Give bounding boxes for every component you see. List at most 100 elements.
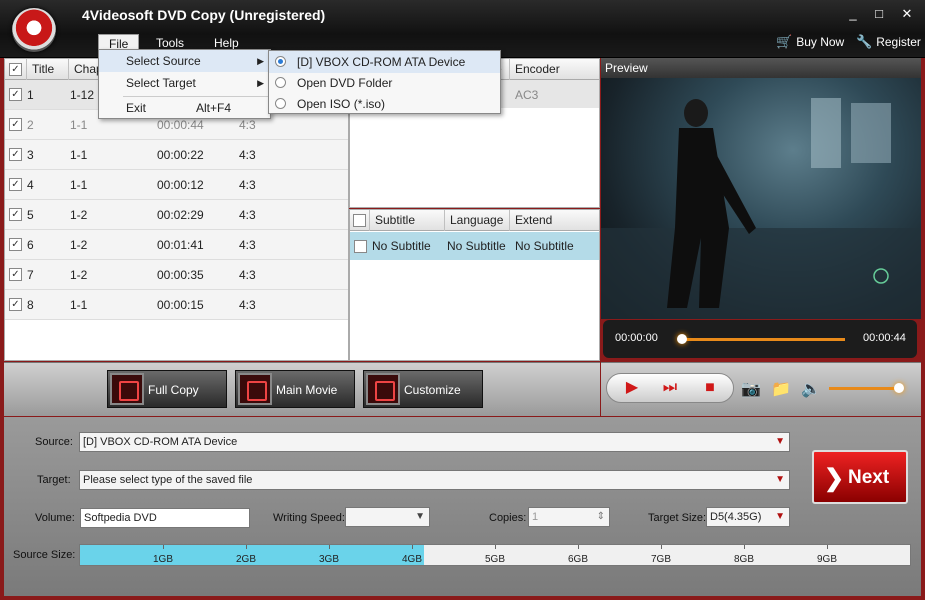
size-tick-mark xyxy=(578,545,579,549)
copies-value: 1 xyxy=(532,511,539,523)
target-size-label: Target Size: xyxy=(648,512,707,524)
title-cell: 8 xyxy=(27,298,34,312)
title-cell: 2 xyxy=(27,118,34,132)
seek-bar[interactable] xyxy=(681,338,845,341)
source-label: Source: xyxy=(35,436,73,448)
checkbox-icon[interactable] xyxy=(354,240,367,253)
aspect-cell: 4:3 xyxy=(239,268,256,282)
chapter-cell: 1-2 xyxy=(70,268,88,282)
video-preview[interactable] xyxy=(601,78,921,319)
checkbox-icon[interactable]: ✓ xyxy=(9,268,22,281)
aspect-cell: 4:3 xyxy=(239,178,256,192)
buy-now-link[interactable]: 🛒 Buy Now xyxy=(776,34,844,50)
play-icon[interactable]: ▶ xyxy=(623,379,641,397)
register-link[interactable]: 🔧 Register xyxy=(856,34,921,50)
close-button[interactable]: ✕ xyxy=(896,6,918,22)
table-row[interactable]: ✓ 6 1-2 00:01:41 4:3 xyxy=(5,230,348,260)
seek-handle[interactable] xyxy=(677,334,687,344)
size-tick-mark xyxy=(827,545,828,549)
source-dropdown[interactable]: [D] VBOX CD-ROM ATA Device ▼ xyxy=(79,432,790,452)
table-row[interactable]: ✓ 8 1-1 00:00:15 4:3 xyxy=(5,290,348,320)
header-extend[interactable]: Extend xyxy=(510,210,601,231)
subtitle-row[interactable]: No Subtitle No Subtitle No Subtitle xyxy=(350,232,599,260)
language-cell: No Subtitle xyxy=(447,239,506,253)
next-button[interactable]: ❯ Next xyxy=(812,450,908,504)
menu-exit[interactable]: Exit Alt+F4 xyxy=(99,97,270,119)
customize-label: Customize xyxy=(404,383,461,397)
source-option-folder[interactable]: Open DVD Folder xyxy=(269,72,500,94)
title-cell: 5 xyxy=(27,208,34,222)
checkbox-icon[interactable]: ✓ xyxy=(9,208,22,221)
header-encoder[interactable]: Encoder xyxy=(510,59,601,80)
size-tick-label: 9GB xyxy=(817,554,838,565)
minimize-button[interactable]: _ xyxy=(842,6,864,22)
register-label: Register xyxy=(876,35,921,49)
volume-label: Volume: xyxy=(35,512,75,524)
header-subtitle[interactable]: Subtitle xyxy=(370,210,445,231)
header-select-all[interactable]: ✓ xyxy=(5,59,27,80)
source-value: [D] VBOX CD-ROM ATA Device xyxy=(83,436,238,448)
title-cell: 6 xyxy=(27,238,34,252)
checkbox-icon xyxy=(353,214,366,227)
target-dropdown[interactable]: Please select type of the saved file ▼ xyxy=(79,470,790,490)
subtitle-select-all[interactable] xyxy=(350,210,370,231)
volume-icon[interactable]: 🔈 xyxy=(801,379,821,399)
size-tick-mark xyxy=(246,545,247,549)
full-copy-label: Full Copy xyxy=(148,383,199,397)
key-icon: 🔧 xyxy=(856,34,873,49)
title-cell: 7 xyxy=(27,268,34,282)
subtitle-header: Subtitle Language Extend xyxy=(350,210,599,231)
chapter-cell: 1-2 xyxy=(70,238,88,252)
menu-select-target[interactable]: Select Target ▶ xyxy=(99,72,270,94)
size-tick-label: 8GB xyxy=(734,554,755,565)
chapter-cell: 1-1 xyxy=(70,178,88,192)
table-row[interactable]: ✓ 7 1-2 00:00:35 4:3 xyxy=(5,260,348,290)
full-copy-button[interactable]: Full Copy xyxy=(107,370,227,408)
target-size-value: D5(4.35G) xyxy=(710,511,762,523)
checkbox-icon[interactable]: ✓ xyxy=(9,88,22,101)
table-row[interactable]: ✓ 3 1-1 00:00:22 4:3 xyxy=(5,140,348,170)
checkbox-icon[interactable]: ✓ xyxy=(9,148,22,161)
customize-button[interactable]: Customize xyxy=(363,370,483,408)
size-tick-label: 5GB xyxy=(485,554,506,565)
source-option-device[interactable]: [D] VBOX CD-ROM ATA Device xyxy=(269,51,500,73)
radio-icon xyxy=(275,77,286,88)
output-settings: Source: [D] VBOX CD-ROM ATA Device ▼ Tar… xyxy=(4,417,921,596)
source-submenu: [D] VBOX CD-ROM ATA Device Open DVD Fold… xyxy=(268,50,501,114)
folder-icon[interactable]: 📁 xyxy=(771,379,791,399)
aspect-cell: 4:3 xyxy=(239,238,256,252)
volume-handle[interactable] xyxy=(894,383,905,393)
table-row[interactable]: ✓ 5 1-2 00:02:29 4:3 xyxy=(5,200,348,230)
writing-speed-label: Writing Speed: xyxy=(273,512,345,524)
writing-speed-dropdown[interactable]: ▼ xyxy=(345,507,430,527)
volume-slider[interactable] xyxy=(829,387,901,390)
size-tick-mark xyxy=(163,545,164,549)
title-cell: 4 xyxy=(27,178,34,192)
checkbox-icon[interactable]: ✓ xyxy=(9,238,22,251)
copies-stepper[interactable]: 1 ⇕ xyxy=(528,507,610,527)
chapter-cell: 1-1 xyxy=(70,148,88,162)
spinner-icon: ⇕ xyxy=(596,511,605,522)
source-option-label: [D] VBOX CD-ROM ATA Device xyxy=(297,55,466,69)
film-icon xyxy=(110,373,144,405)
checkbox-icon[interactable]: ✓ xyxy=(9,178,22,191)
checkbox-icon[interactable]: ✓ xyxy=(9,298,22,311)
subtitle-panel: Subtitle Language Extend No Subtitle No … xyxy=(349,209,600,361)
volume-name-input[interactable]: Softpedia DVD xyxy=(80,508,250,528)
menu-select-source[interactable]: Select Source ▶ xyxy=(99,50,270,72)
submenu-arrow-icon: ▶ xyxy=(257,56,264,66)
target-size-dropdown[interactable]: D5(4.35G) ▼ xyxy=(706,507,790,527)
main-movie-button[interactable]: Main Movie xyxy=(235,370,355,408)
source-option-iso[interactable]: Open ISO (*.iso) xyxy=(269,93,500,115)
header-title[interactable]: Title xyxy=(27,59,69,80)
stop-icon[interactable]: ■ xyxy=(701,379,719,397)
header-language[interactable]: Language xyxy=(445,210,510,231)
step-forward-icon[interactable]: ⏭ xyxy=(661,379,679,397)
duration-cell: 00:02:29 xyxy=(157,208,204,222)
exit-shortcut: Alt+F4 xyxy=(196,101,232,115)
camera-icon[interactable]: 📷 xyxy=(741,379,761,399)
checkbox-icon[interactable]: ✓ xyxy=(9,118,22,131)
table-row[interactable]: ✓ 4 1-1 00:00:12 4:3 xyxy=(5,170,348,200)
next-label: Next xyxy=(848,467,890,488)
maximize-button[interactable]: □ xyxy=(868,6,890,22)
